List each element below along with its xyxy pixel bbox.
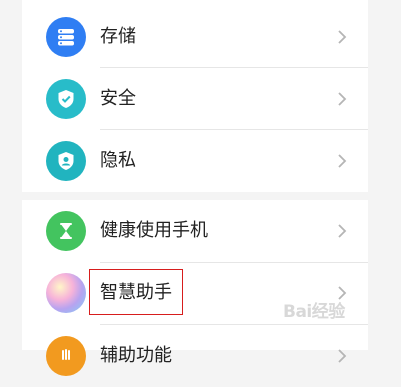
- chevron-right-icon: [338, 154, 347, 168]
- highlight-box: [89, 269, 183, 315]
- settings-group-top: 存储 安全 隐私: [22, 0, 368, 192]
- chevron-right-icon: [338, 92, 347, 106]
- settings-item-accessibility[interactable]: 辅助功能: [22, 325, 368, 387]
- storage-icon: [46, 17, 86, 57]
- settings-item-label: 存储: [100, 26, 136, 47]
- settings-item-label: 辅助功能: [100, 345, 172, 366]
- smart-assistant-icon: [46, 273, 86, 313]
- watermark: Bai经验: [283, 302, 345, 322]
- shield-check-icon: [46, 79, 86, 119]
- accessibility-icon: [46, 336, 86, 376]
- settings-item-label: 健康使用手机: [100, 220, 208, 241]
- settings-item-security[interactable]: 安全: [22, 68, 368, 130]
- chevron-right-icon: [338, 30, 347, 44]
- settings-group-bottom: 健康使用手机 智慧助手 辅助功能: [22, 200, 368, 376]
- settings-item-label: 隐私: [100, 150, 136, 171]
- chevron-right-icon: [338, 224, 347, 238]
- privacy-shield-icon: [46, 141, 86, 181]
- settings-item-storage[interactable]: 存储: [22, 6, 368, 68]
- settings-item-label: 安全: [100, 88, 136, 109]
- hourglass-icon: [46, 211, 86, 251]
- settings-item-privacy[interactable]: 隐私: [22, 130, 368, 192]
- settings-page: 存储 安全 隐私 健康使用手机 智慧助手 辅助功能 Bai经验: [0, 0, 401, 376]
- settings-item-digital-balance[interactable]: 健康使用手机: [22, 200, 368, 262]
